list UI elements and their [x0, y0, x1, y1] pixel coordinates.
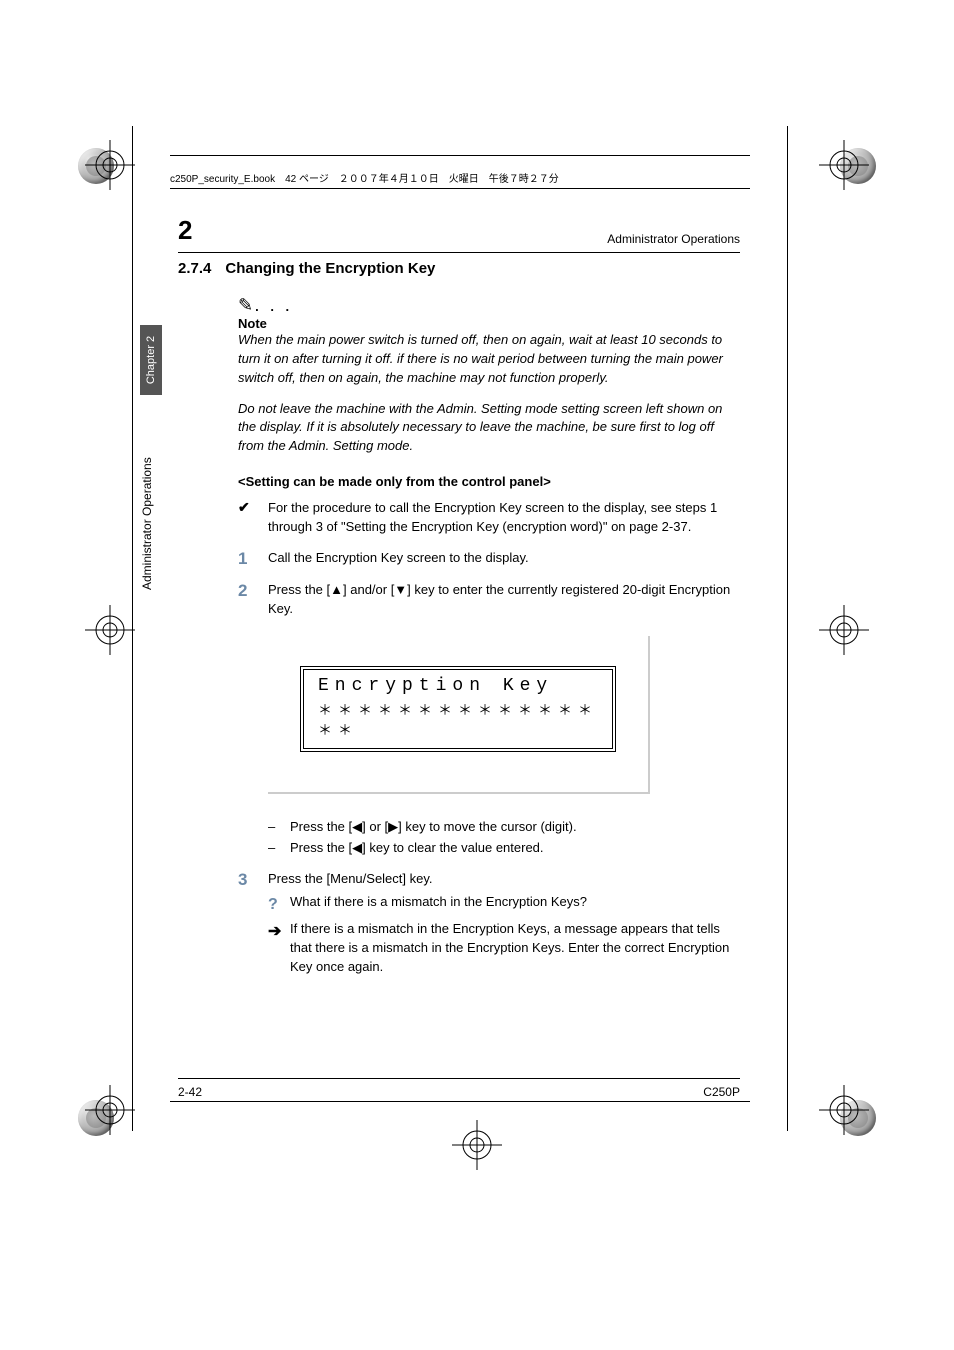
chapter-tab-label: Chapter 2 — [145, 336, 157, 384]
footer-model: C250P — [703, 1085, 740, 1099]
step-2-sub-1: Press the [◀] or [▶] key to move the cur… — [290, 818, 577, 837]
step-1-text: Call the Encryption Key screen to the di… — [268, 549, 740, 569]
step-2-text: Press the [▲] and/or [▼] key to enter th… — [268, 581, 740, 619]
page-header: 2 Administrator Operations — [178, 215, 740, 253]
note-dots: . . . — [255, 299, 293, 314]
note-label: Note — [238, 316, 740, 331]
lcd-panel-illustration: Encryption Key ＊＊＊＊＊＊＊＊＊＊＊＊＊＊＊＊ — [268, 636, 650, 794]
lcd-line-1: Encryption Key — [318, 676, 598, 696]
step-number-1: 1 — [238, 549, 268, 569]
step-number-3: 3 — [238, 870, 268, 981]
question-icon: ? — [268, 893, 290, 916]
lcd-line-2: ＊＊＊＊＊＊＊＊＊＊＊＊＊＊＊＊ — [318, 700, 598, 740]
arrow-icon: ➔ — [268, 920, 290, 977]
side-running-title-text: Administrator Operations — [140, 570, 154, 590]
step-number-2: 2 — [238, 581, 268, 619]
registration-mark-icon — [819, 1085, 869, 1135]
note-icon-row: ✎. . . — [238, 295, 740, 316]
registration-mark-icon — [819, 140, 869, 190]
prereq-text: For the procedure to call the Encryption… — [268, 499, 740, 537]
source-meta-line: c250P_security_E.book 42 ページ ２００７年４月１０日 … — [170, 170, 750, 189]
registration-mark-icon — [85, 1085, 135, 1135]
step-3-answer: If there is a mismatch in the Encryption… — [290, 920, 740, 977]
page-footer: 2-42 C250P — [178, 1078, 740, 1099]
chapter-number: 2 — [178, 215, 192, 246]
section-number: 2.7.4 — [178, 260, 211, 277]
step-2-sub-2: Press the [◀] key to clear the value ent… — [290, 839, 544, 858]
note-icon: ✎ — [238, 295, 253, 315]
section-title: 2.7.4 Changing the Encryption Key — [178, 260, 740, 277]
header-right-text: Administrator Operations — [607, 232, 740, 246]
dash-icon: – — [268, 839, 290, 858]
step-3-text: Press the [Menu/Select] key. — [268, 870, 740, 889]
side-running-title: Administrator Operations — [140, 430, 160, 620]
checkmark-icon: ✔ — [238, 499, 268, 537]
registration-mark-icon — [85, 140, 135, 190]
chapter-tab: Chapter 2 — [140, 325, 162, 395]
section-title-text: Changing the Encryption Key — [225, 260, 435, 277]
lcd-screen: Encryption Key ＊＊＊＊＊＊＊＊＊＊＊＊＊＊＊＊ — [300, 666, 616, 752]
step-3-question: What if there is a mismatch in the Encry… — [290, 893, 587, 916]
registration-mark-icon — [819, 605, 869, 655]
registration-mark-icon — [85, 605, 135, 655]
registration-mark-icon — [452, 1120, 502, 1170]
note-paragraph-1: When the main power switch is turned off… — [238, 331, 740, 388]
note-paragraph-2: Do not leave the machine with the Admin.… — [238, 400, 740, 457]
dash-icon: – — [268, 818, 290, 837]
subheading: <Setting can be made only from the contr… — [238, 474, 740, 489]
footer-page-number: 2-42 — [178, 1085, 202, 1099]
